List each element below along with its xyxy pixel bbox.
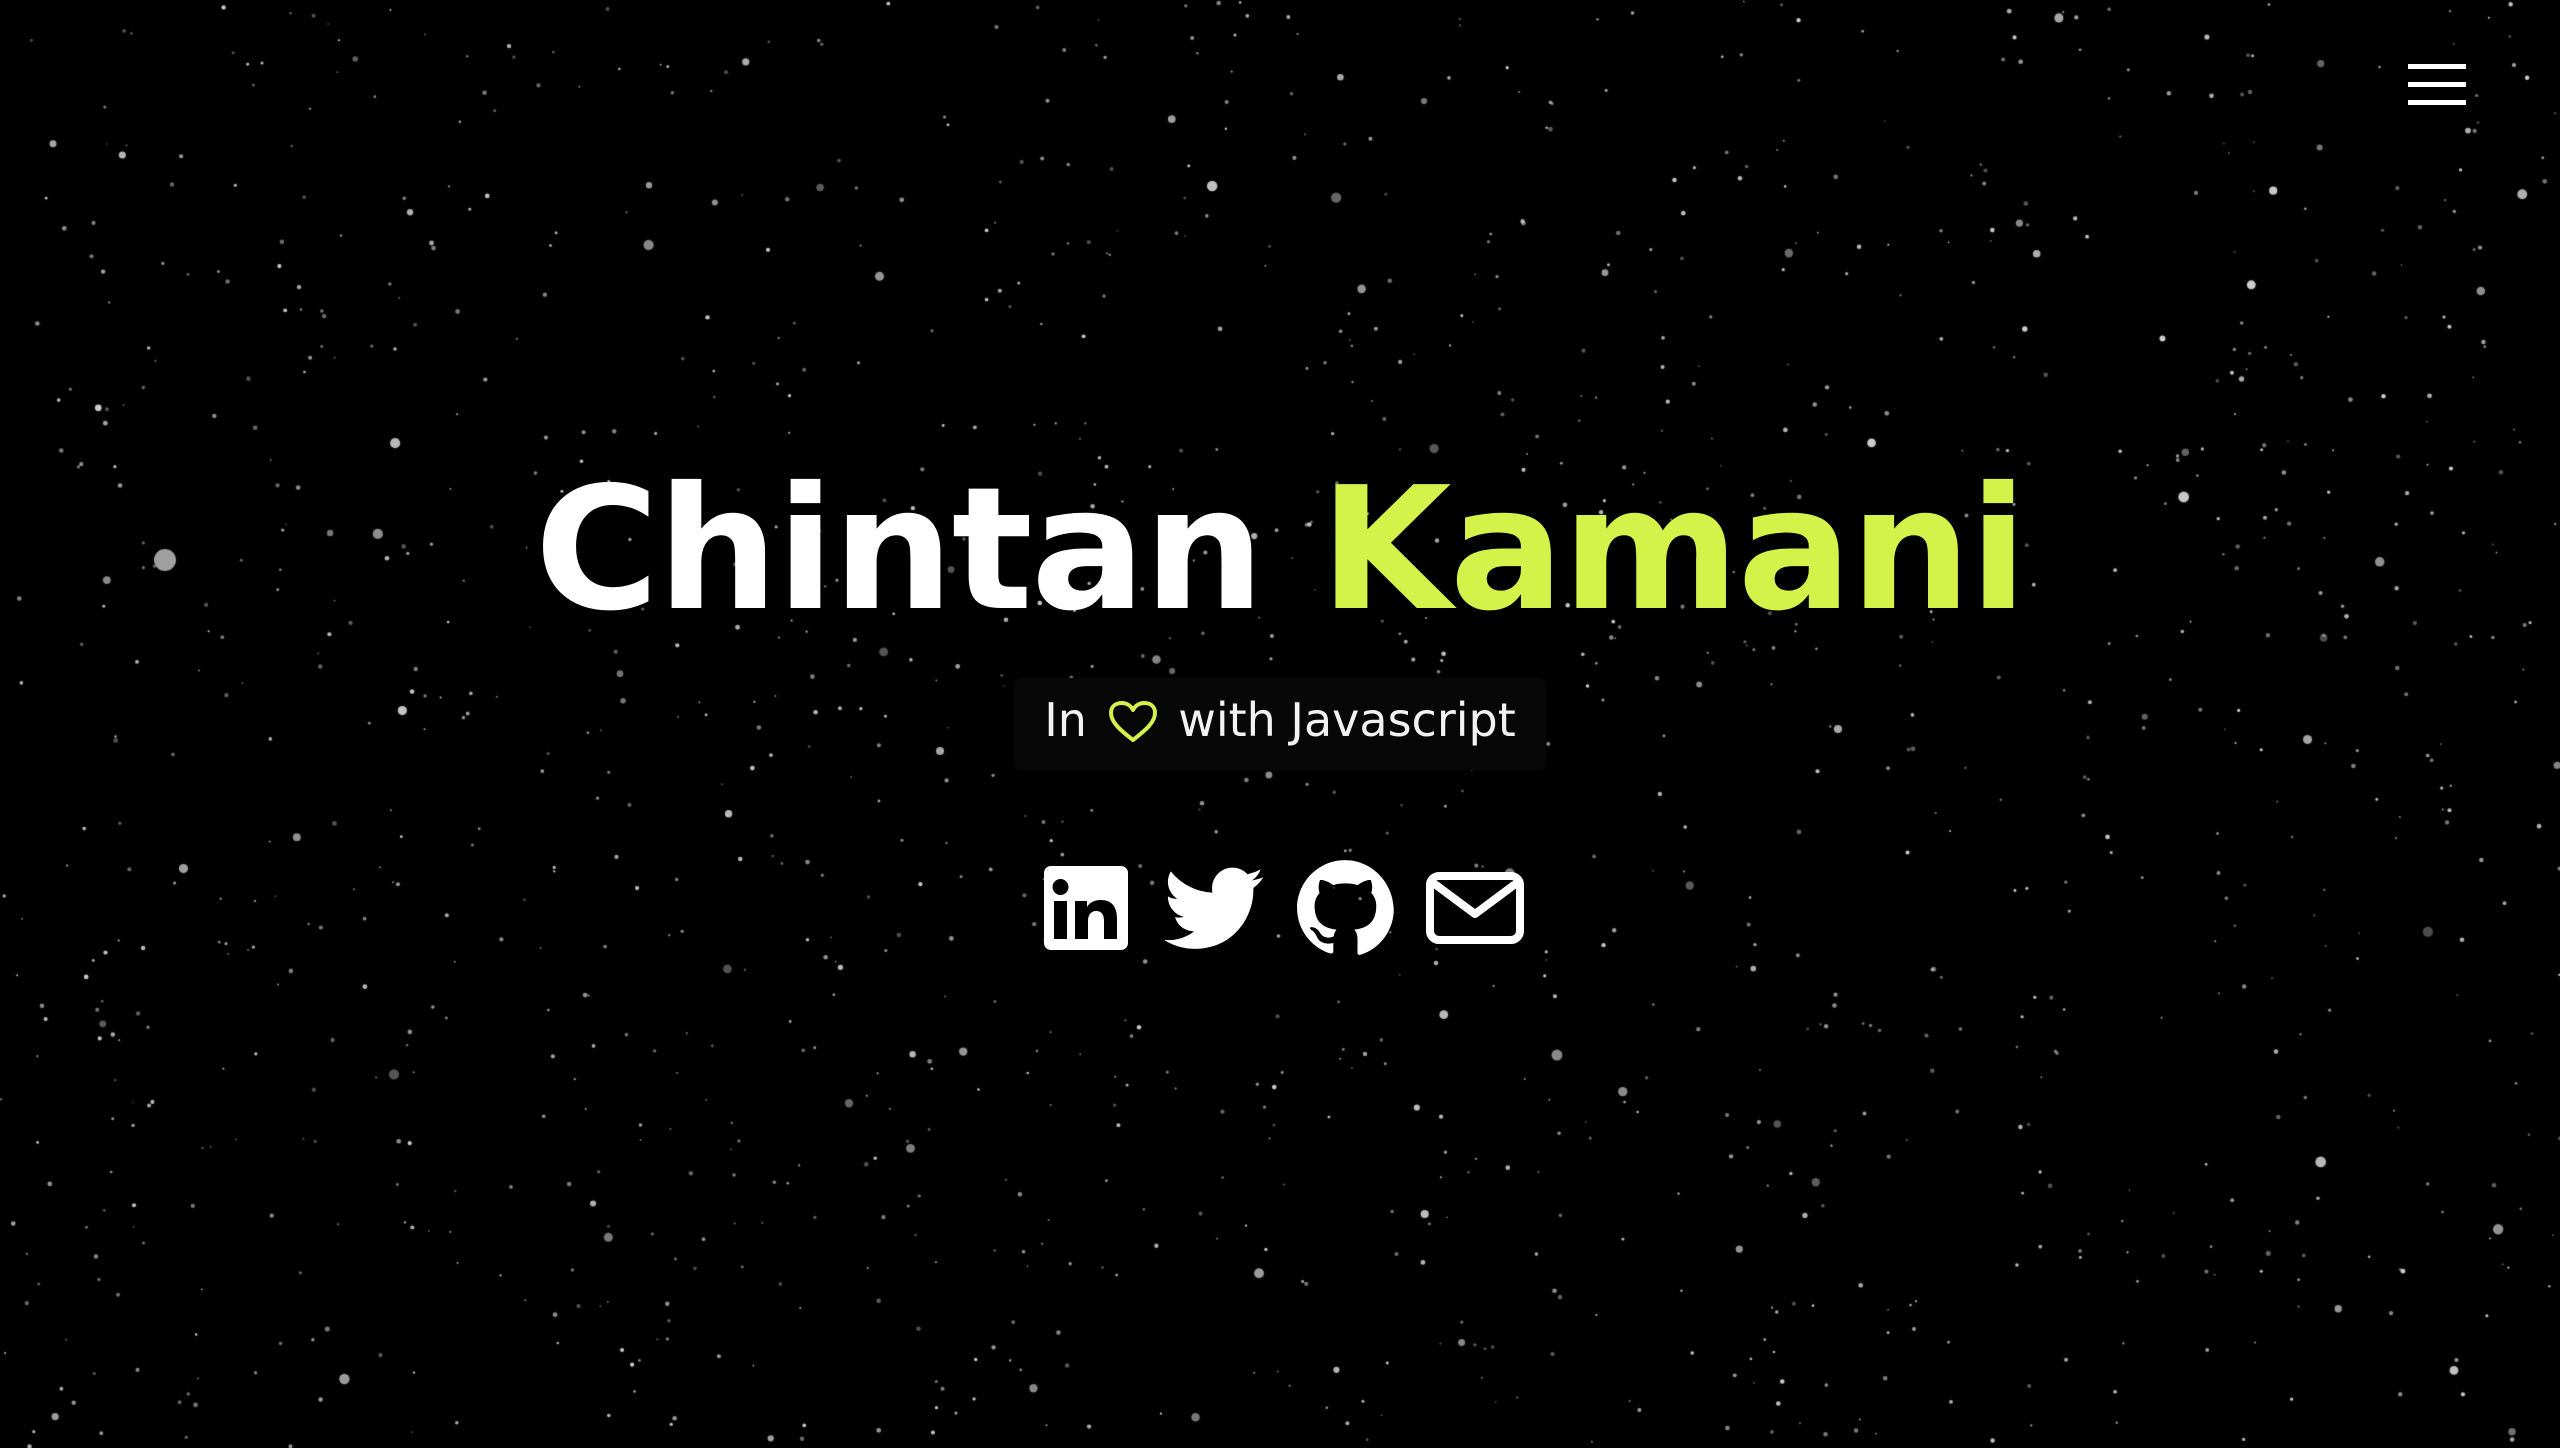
github-icon (1297, 860, 1394, 955)
tagline: In with Javascript (1014, 678, 1546, 770)
social-links (0, 858, 2560, 958)
page-title: Chintan Kamani (0, 440, 2560, 660)
first-name: Chintan (534, 451, 1265, 649)
hero-section: Chintan Kamani In with Javascript (0, 440, 2560, 958)
heart-outline-icon (1108, 696, 1158, 760)
tagline-suffix: with Javascript (1178, 693, 1516, 747)
last-name: Kamani (1319, 451, 2028, 649)
tagline-prefix: In (1044, 693, 1087, 747)
linkedin-link[interactable] (1035, 858, 1135, 958)
twitter-link[interactable] (1165, 858, 1265, 958)
hamburger-menu-icon (2408, 64, 2466, 105)
hamburger-menu-button[interactable] (2408, 62, 2466, 108)
linkedin-icon (1044, 866, 1128, 950)
github-link[interactable] (1295, 858, 1395, 958)
mail-icon (1426, 872, 1524, 944)
email-link[interactable] (1425, 858, 1525, 958)
twitter-icon (1165, 867, 1264, 949)
